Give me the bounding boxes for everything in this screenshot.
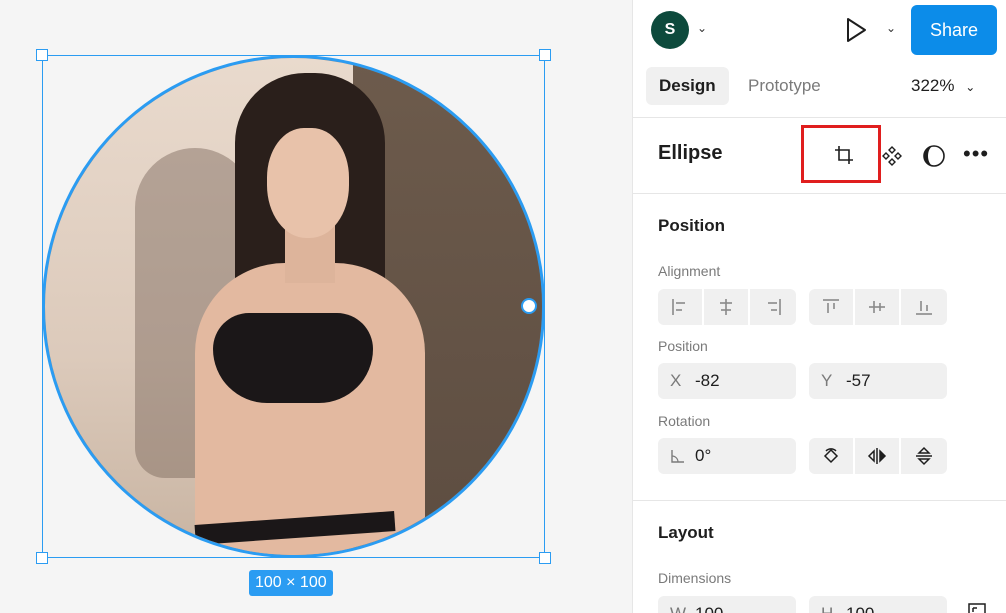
mask-icon[interactable] xyxy=(921,143,947,169)
flip-vertical-icon xyxy=(916,446,932,466)
align-right-icon xyxy=(768,299,781,315)
angle-icon xyxy=(671,450,684,463)
rotation-label: Rotation xyxy=(658,413,711,429)
h-prefix: H xyxy=(821,596,833,613)
align-center-horizontal-button[interactable] xyxy=(704,289,750,325)
layer-title: Ellipse xyxy=(658,142,723,164)
resize-to-fit-icon[interactable] xyxy=(967,602,987,613)
resize-handle-top-left[interactable] xyxy=(36,49,48,61)
flip-horizontal-button[interactable] xyxy=(855,438,901,474)
share-button[interactable]: Share xyxy=(911,5,997,55)
size-badge: 100 × 100 xyxy=(249,570,333,596)
align-bottom-icon xyxy=(916,301,932,315)
more-options-icon[interactable]: ••• xyxy=(963,143,989,165)
align-top-icon xyxy=(823,299,839,313)
align-right-button[interactable] xyxy=(750,289,796,325)
dimensions-label: Dimensions xyxy=(658,570,732,586)
rotation-value: 0° xyxy=(695,446,712,465)
width-field[interactable]: W 100 xyxy=(658,596,796,613)
y-prefix: Y xyxy=(821,371,833,390)
resize-handle-top-right[interactable] xyxy=(539,49,551,61)
user-avatar[interactable]: S xyxy=(651,11,689,49)
crop-button[interactable] xyxy=(801,125,881,183)
chevron-down-icon: ⌄ xyxy=(965,80,976,94)
zoom-value: 322% xyxy=(911,76,955,95)
align-middle-vertical-button[interactable] xyxy=(855,289,901,325)
align-center-horizontal-icon xyxy=(720,299,732,315)
align-left-icon xyxy=(672,299,685,315)
layout-section-title: Layout xyxy=(658,523,714,542)
align-bottom-button[interactable] xyxy=(901,289,947,325)
tab-design[interactable]: Design xyxy=(646,67,729,105)
flip-vertical-button[interactable] xyxy=(901,438,947,474)
position-section-title: Position xyxy=(658,216,726,235)
x-prefix: X xyxy=(670,371,682,390)
alignment-label: Alignment xyxy=(658,263,721,279)
vertical-align-group xyxy=(809,289,947,325)
y-position-field[interactable]: Y -57 xyxy=(809,363,947,399)
canvas[interactable]: 100 × 100 xyxy=(0,0,632,613)
play-icon[interactable] xyxy=(843,16,869,44)
properties-panel: S ⌄ ⌄ Share Design Prototype 322% ⌄ Elli… xyxy=(632,0,1006,613)
arc-handle[interactable] xyxy=(521,298,537,314)
transform-group xyxy=(809,438,947,474)
divider xyxy=(633,193,1006,194)
w-value: 100 xyxy=(695,596,723,613)
horizontal-align-group xyxy=(658,289,796,325)
selection-frame xyxy=(42,55,545,558)
rotate-icon xyxy=(823,448,839,464)
divider xyxy=(633,500,1006,501)
resize-handle-bottom-left[interactable] xyxy=(36,552,48,564)
rotation-field[interactable]: 0° xyxy=(658,438,796,474)
y-value: -57 xyxy=(846,371,871,390)
position-label: Position xyxy=(658,338,708,354)
component-icon[interactable] xyxy=(881,145,903,167)
crop-icon xyxy=(835,146,853,164)
x-value: -82 xyxy=(695,371,720,390)
divider xyxy=(633,117,1006,118)
rotate-90-button[interactable] xyxy=(809,438,855,474)
tab-prototype[interactable]: Prototype xyxy=(748,67,821,105)
h-value: 100 xyxy=(846,596,874,613)
align-left-button[interactable] xyxy=(658,289,704,325)
height-field[interactable]: H 100 xyxy=(809,596,947,613)
x-position-field[interactable]: X -82 xyxy=(658,363,796,399)
flip-horizontal-icon xyxy=(867,448,887,464)
w-prefix: W xyxy=(670,596,686,613)
resize-handle-bottom-right[interactable] xyxy=(539,552,551,564)
zoom-dropdown[interactable]: 322% ⌄ xyxy=(911,67,975,105)
chevron-down-icon[interactable]: ⌄ xyxy=(886,21,896,35)
chevron-down-icon[interactable]: ⌄ xyxy=(697,21,707,35)
align-middle-vertical-icon xyxy=(869,301,885,313)
align-top-button[interactable] xyxy=(809,289,855,325)
